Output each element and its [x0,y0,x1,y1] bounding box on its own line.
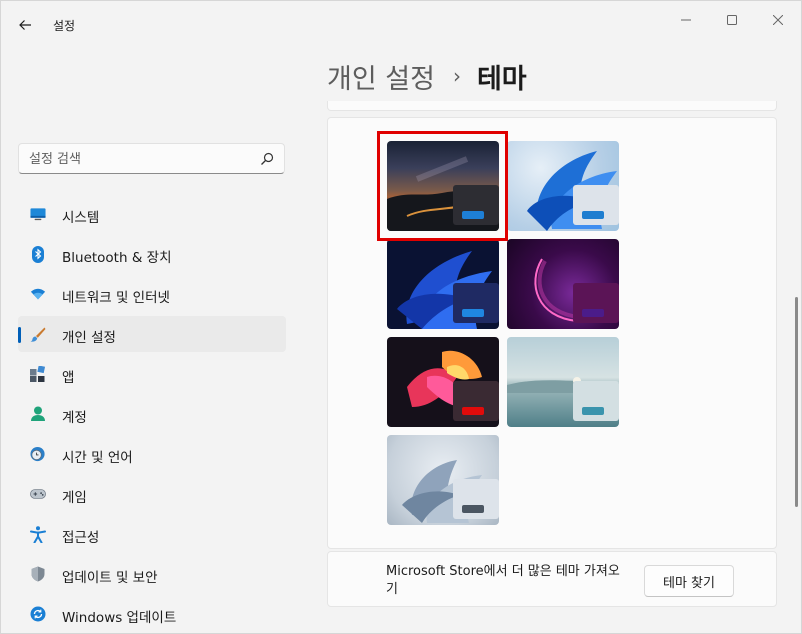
theme-accent-bar [462,407,484,415]
previous-section-edge [327,101,777,111]
refresh-icon [30,606,46,622]
shield-icon [30,566,46,582]
app-title: 설정 [53,19,76,33]
sidebar-item-label: 계정 [62,410,87,426]
theme-accent-bar [582,309,604,317]
theme-preview-card [453,479,499,519]
sidebar-item-label: 시간 및 언어 [62,450,133,466]
minimize-button[interactable] [663,5,709,35]
theme-accent-bar [462,309,484,317]
account-icon [30,406,46,422]
sidebar-item-label: 접근성 [62,530,100,546]
theme-tile-night-sky[interactable] [387,141,499,231]
back-arrow-icon [19,20,31,30]
theme-accent-bar [582,407,604,415]
sidebar-item-personalization[interactable]: 개인 설정 [18,316,286,352]
accessibility-icon [30,525,46,543]
sidebar-item-gaming[interactable]: 게임 [18,476,286,512]
sidebar-item-windows-update[interactable]: Windows 업데이트 [18,596,286,632]
settings-window: 설정 개인 설정 › 테마 시스템 [0,0,802,634]
sidebar-item-label: 네트워크 및 인터넷 [62,290,170,306]
theme-accent-bar [462,505,484,513]
sidebar-item-label: 앱 [62,370,75,386]
gamepad-icon [30,486,46,502]
monitor-icon [30,206,46,222]
close-button[interactable] [755,5,801,35]
sidebar-item-bluetooth[interactable]: Bluetooth & 장치 [18,236,286,272]
sidebar-nav: 시스템 Bluetooth & 장치 네트워크 및 인터넷 개인 설정 앱 계정… [18,196,286,634]
sidebar-item-label: Bluetooth & 장치 [62,250,172,266]
sidebar-item-network[interactable]: 네트워크 및 인터넷 [18,276,286,312]
store-description: Microsoft Store에서 더 많은 테마 가져오기 [386,564,620,597]
theme-tile-glow[interactable] [507,239,619,329]
sidebar-item-label: 게임 [62,490,87,506]
brush-icon [30,326,46,342]
theme-preview-card [453,185,499,225]
sidebar-item-accessibility[interactable]: 접근성 [18,516,286,552]
theme-accent-bar [582,211,604,219]
search-input[interactable] [29,150,249,168]
maximize-button[interactable] [709,5,755,35]
search-box [18,143,285,174]
theme-tile-sunrise[interactable] [507,337,619,427]
sidebar-item-label: 업데이트 및 보안 [62,570,158,586]
back-button[interactable] [11,11,39,39]
close-icon [773,15,783,25]
theme-preview-card [573,381,619,421]
theme-preview-card [573,283,619,323]
theme-tile-captured-motion[interactable] [387,337,499,427]
minimize-icon [681,19,691,21]
find-themes-button[interactable]: 테마 찾기 [644,565,734,597]
sidebar-item-update-security[interactable]: 업데이트 및 보안 [18,556,286,592]
store-row: Microsoft Store에서 더 많은 테마 가져오기 테마 찾기 [327,551,777,607]
search-icon [261,152,274,165]
page-title: 테마 [476,63,527,95]
sidebar-item-time-language[interactable]: 시간 및 언어 [18,436,286,472]
clock-globe-icon [30,446,46,462]
wifi-icon [30,286,46,302]
sidebar-item-accounts[interactable]: 계정 [18,396,286,432]
breadcrumb-separator: › [452,64,461,88]
sidebar-item-apps[interactable]: 앱 [18,356,286,392]
breadcrumb-parent-link[interactable]: 개인 설정 [327,57,435,96]
theme-preview-card [453,381,499,421]
title-bar: 설정 [1,1,801,49]
sidebar-item-label: 개인 설정 [62,330,116,346]
theme-tile-windows-light[interactable] [507,141,619,231]
theme-accent-bar [462,211,484,219]
bluetooth-icon [30,245,46,263]
maximize-icon [727,15,737,25]
sidebar-item-label: Windows 업데이트 [62,610,177,626]
theme-tile-flow[interactable] [387,435,499,525]
scrollbar-thumb[interactable] [795,297,798,507]
theme-tile-windows-dark[interactable] [387,239,499,329]
sidebar-item-system[interactable]: 시스템 [18,196,286,232]
breadcrumb: 개인 설정 › 테마 [327,56,527,96]
theme-preview-card [453,283,499,323]
apps-icon [30,366,46,382]
sidebar-item-label: 시스템 [62,210,100,226]
theme-preview-card [573,185,619,225]
